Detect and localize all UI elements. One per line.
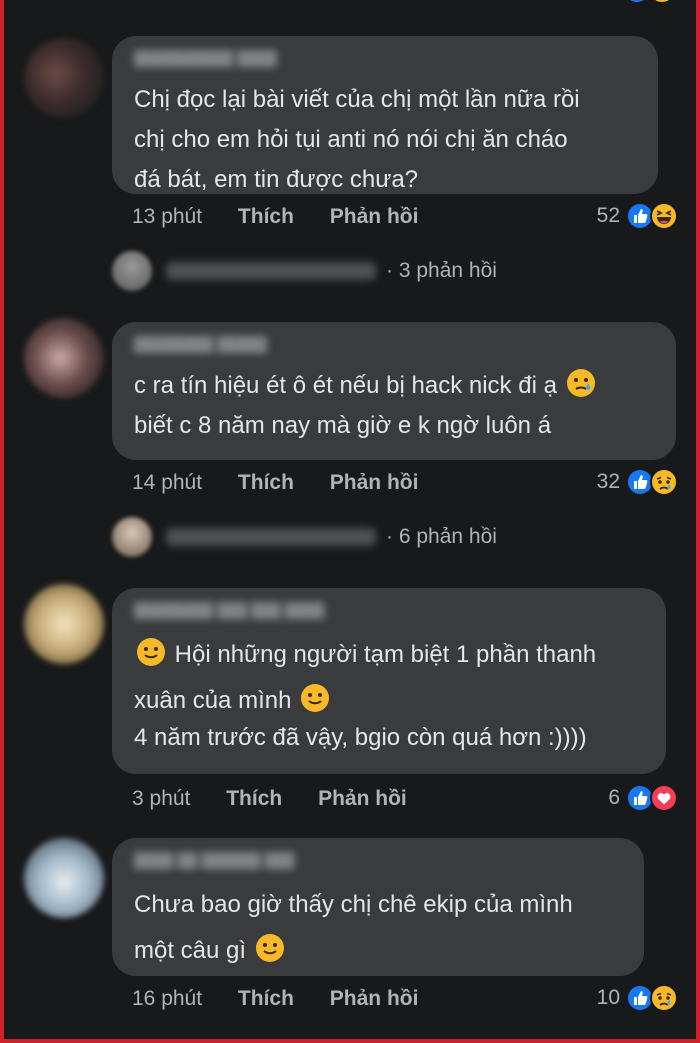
love-icon: [650, 784, 678, 812]
top-reactions-icon: [630, 0, 669, 2]
reaction-summary[interactable]: 32: [597, 468, 678, 496]
sad-icon: [650, 984, 678, 1012]
comment-meta: 13 phút Thích Phản hồi: [132, 205, 448, 229]
reply-avatar: [112, 517, 152, 557]
reply-count-separator: ·: [386, 525, 399, 548]
reply-author-name: [166, 528, 376, 546]
like-button[interactable]: Thích: [238, 987, 294, 1010]
view-replies[interactable]: · 6 phản hồi: [112, 517, 497, 557]
reaction-summary[interactable]: 6: [608, 784, 678, 812]
comment-time[interactable]: 14 phút: [132, 471, 202, 494]
reply-count-separator: ·: [386, 259, 399, 282]
comment-bubble: ████████ ███ ███ ████ Hội những người tạ…: [112, 588, 666, 774]
slight-smile-icon: [255, 934, 284, 962]
comment-bubble: ██████████ ████ Chị đọc lại bài viết của…: [112, 36, 658, 194]
like-button[interactable]: Thích: [238, 205, 294, 228]
reply-author-name: [166, 262, 376, 280]
slight-smile-icon: [301, 684, 330, 712]
reaction-summary[interactable]: 52: [597, 202, 678, 230]
avatar[interactable]: [24, 318, 104, 398]
reaction-count: 10: [596, 986, 620, 1009]
comment-author[interactable]: ████ ██ ██████ ███: [134, 852, 624, 874]
comment-author[interactable]: ████████ ███ ███ ████: [134, 602, 646, 624]
haha-icon: [650, 202, 678, 230]
reaction-summary[interactable]: 10: [597, 984, 678, 1012]
reply-button[interactable]: Phản hồi: [330, 471, 419, 494]
comment-bubble: ████ ██ ██████ ███ Chưa bao giờ thấy chị…: [112, 838, 644, 976]
like-button[interactable]: Thích: [226, 787, 282, 810]
comment-meta: 3 phút Thích Phản hồi: [132, 787, 437, 811]
comment-meta: 14 phút Thích Phản hồi: [132, 471, 448, 495]
view-replies[interactable]: · 3 phản hồi: [112, 251, 497, 291]
avatar[interactable]: [24, 38, 104, 118]
reaction-count: 32: [596, 470, 620, 493]
comment-author[interactable]: ██████████ ████: [134, 50, 638, 72]
comment-text: Chưa bao giờ thấy chị chê ekip của mình …: [134, 891, 573, 964]
like-button[interactable]: Thích: [238, 471, 294, 494]
reply-button[interactable]: Phản hồi: [330, 987, 419, 1010]
comment-author[interactable]: ████████ █████: [134, 336, 656, 358]
comment-text: Chị đọc lại bài viết của chị một lần nữa…: [134, 86, 580, 193]
reaction-count: 52: [596, 204, 620, 227]
comment-text: Hội những người tạm biệt 1 phần thanh xu…: [134, 632, 646, 758]
reply-count: 3 phản hồi: [398, 259, 497, 282]
reply-button[interactable]: Phản hồi: [318, 787, 407, 810]
reaction-count: 6: [608, 786, 620, 809]
comment-time[interactable]: 16 phút: [132, 987, 202, 1010]
reply-avatar: [112, 251, 152, 291]
crying-face-icon: [566, 369, 595, 397]
comment-time[interactable]: 3 phút: [132, 787, 190, 810]
sad-icon: [650, 468, 678, 496]
reply-button[interactable]: Phản hồi: [330, 205, 419, 228]
comment-meta: 16 phút Thích Phản hồi: [132, 987, 448, 1011]
comment-text: c ra tín hiệu ét ô ét nếu bị hack nick đ…: [134, 366, 656, 446]
avatar[interactable]: [24, 838, 104, 918]
comment-bubble: ████████ █████ c ra tín hiệu ét ô ét nếu…: [112, 322, 676, 460]
avatar[interactable]: [24, 584, 104, 664]
reply-count: 6 phản hồi: [398, 525, 497, 548]
slight-smile-icon: [137, 638, 165, 666]
comment-time[interactable]: 13 phút: [132, 205, 202, 228]
